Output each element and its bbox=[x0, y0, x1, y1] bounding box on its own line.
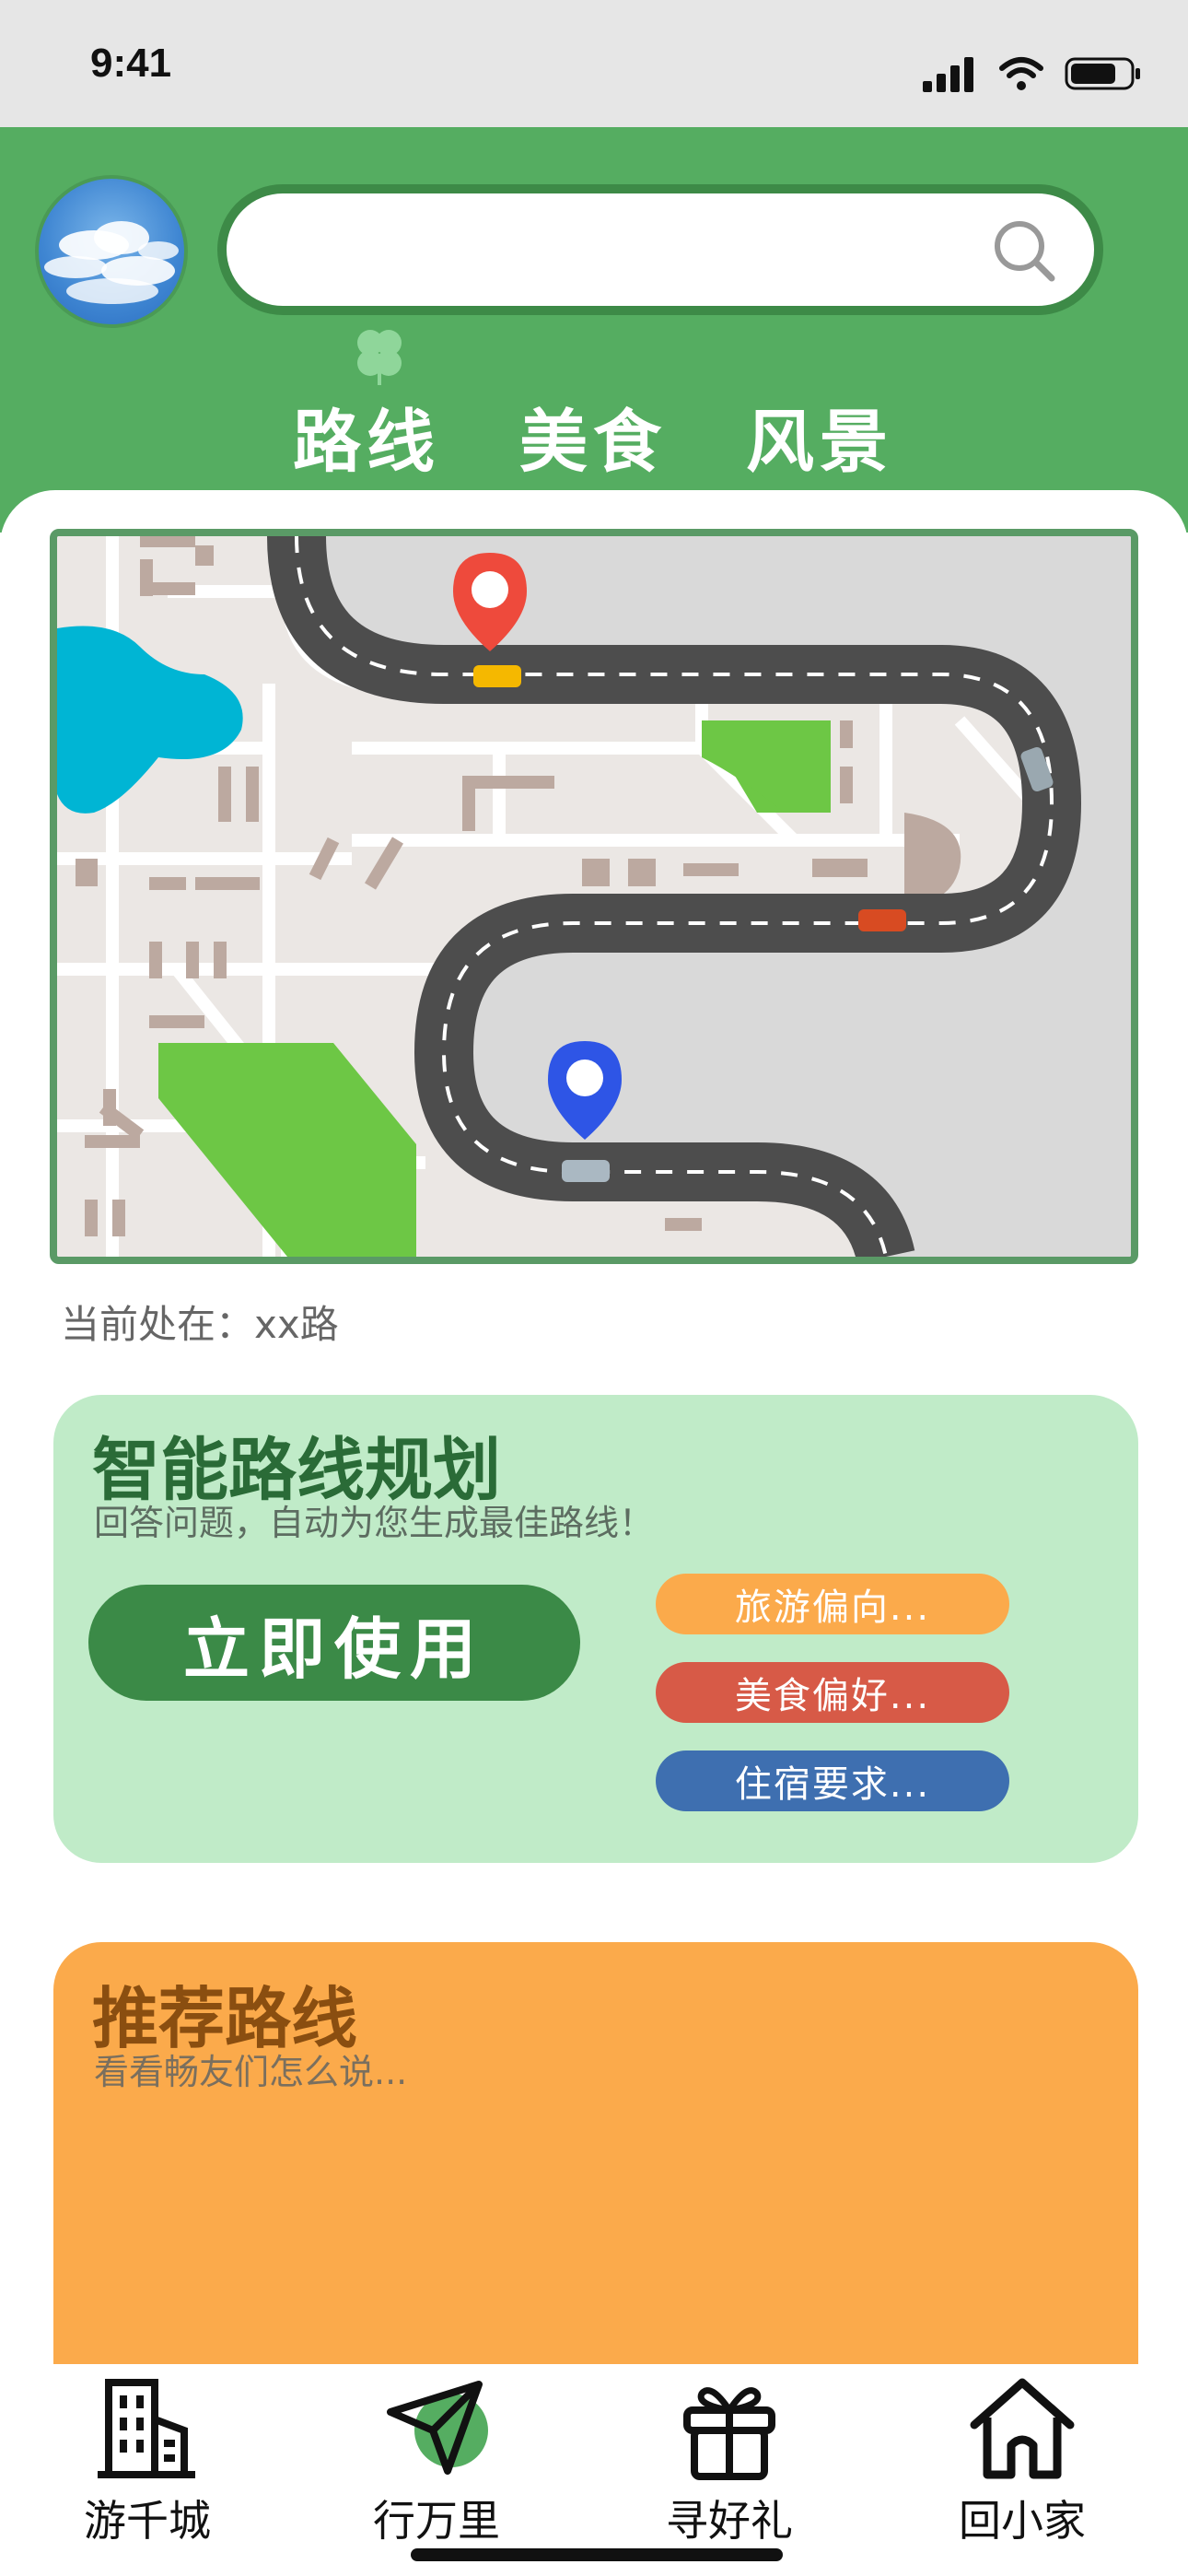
use-now-button[interactable]: 立即使用 bbox=[88, 1585, 580, 1701]
tab-route[interactable]: 路线 bbox=[293, 387, 440, 482]
lodging-requirement-chip[interactable]: 住宿要求... bbox=[656, 1751, 1009, 1811]
tab-scenery[interactable]: 风景 bbox=[746, 387, 893, 482]
nav-travel-label: 行万里 bbox=[373, 2496, 500, 2546]
home-indicator bbox=[411, 2548, 783, 2561]
gift-icon bbox=[683, 2387, 775, 2480]
sky-clouds-image bbox=[44, 221, 179, 304]
search-icon[interactable] bbox=[991, 217, 1057, 284]
recommended-routes-subtitle: 看看畅友们怎么说... bbox=[94, 2052, 408, 2092]
status-icons bbox=[923, 53, 1142, 94]
avatar[interactable] bbox=[35, 175, 188, 328]
food-preference-chip[interactable]: 美食偏好... bbox=[656, 1662, 1009, 1723]
nav-home[interactable]: 回小家 bbox=[930, 2373, 1114, 2558]
nav-gifts[interactable]: 寻好礼 bbox=[637, 2373, 821, 2558]
clover-icon bbox=[357, 330, 402, 385]
map-illustration bbox=[57, 536, 1131, 1257]
route-map[interactable] bbox=[50, 529, 1138, 1264]
nav-travel[interactable]: 行万里 bbox=[344, 2373, 529, 2558]
nav-city-label: 游千城 bbox=[84, 2496, 211, 2546]
wifi-icon bbox=[999, 57, 1043, 90]
tab-food[interactable]: 美食 bbox=[519, 387, 667, 482]
building-icon bbox=[98, 2379, 195, 2478]
status-time: 9:41 bbox=[90, 41, 172, 86]
car-red bbox=[858, 909, 906, 931]
battery-icon bbox=[1065, 57, 1140, 90]
status-bar: 9:41 bbox=[0, 0, 1188, 127]
nav-city[interactable]: 游千城 bbox=[55, 2373, 239, 2558]
car-yellow bbox=[473, 665, 521, 687]
home-icon bbox=[970, 2378, 1075, 2479]
cellular-signal-icon bbox=[923, 57, 973, 92]
smart-route-card: 智能路线规划 回答问题，自动为您生成最佳路线！ 立即使用 旅游偏向... 美食偏… bbox=[53, 1395, 1138, 1863]
smart-route-subtitle: 回答问题，自动为您生成最佳路线！ bbox=[94, 1503, 655, 1543]
nav-gifts-label: 寻好礼 bbox=[666, 2496, 793, 2546]
nav-home-label: 回小家 bbox=[959, 2496, 1086, 2546]
search-bar[interactable] bbox=[217, 184, 1103, 315]
category-tabs: 路线 美食 风景 bbox=[293, 387, 893, 482]
paper-plane-icon bbox=[387, 2381, 488, 2475]
search-input[interactable] bbox=[254, 216, 973, 284]
travel-preference-chip[interactable]: 旅游偏向... bbox=[656, 1574, 1009, 1634]
car-silver bbox=[562, 1160, 610, 1182]
current-location-text: 当前处在：xx路 bbox=[61, 1302, 339, 1347]
